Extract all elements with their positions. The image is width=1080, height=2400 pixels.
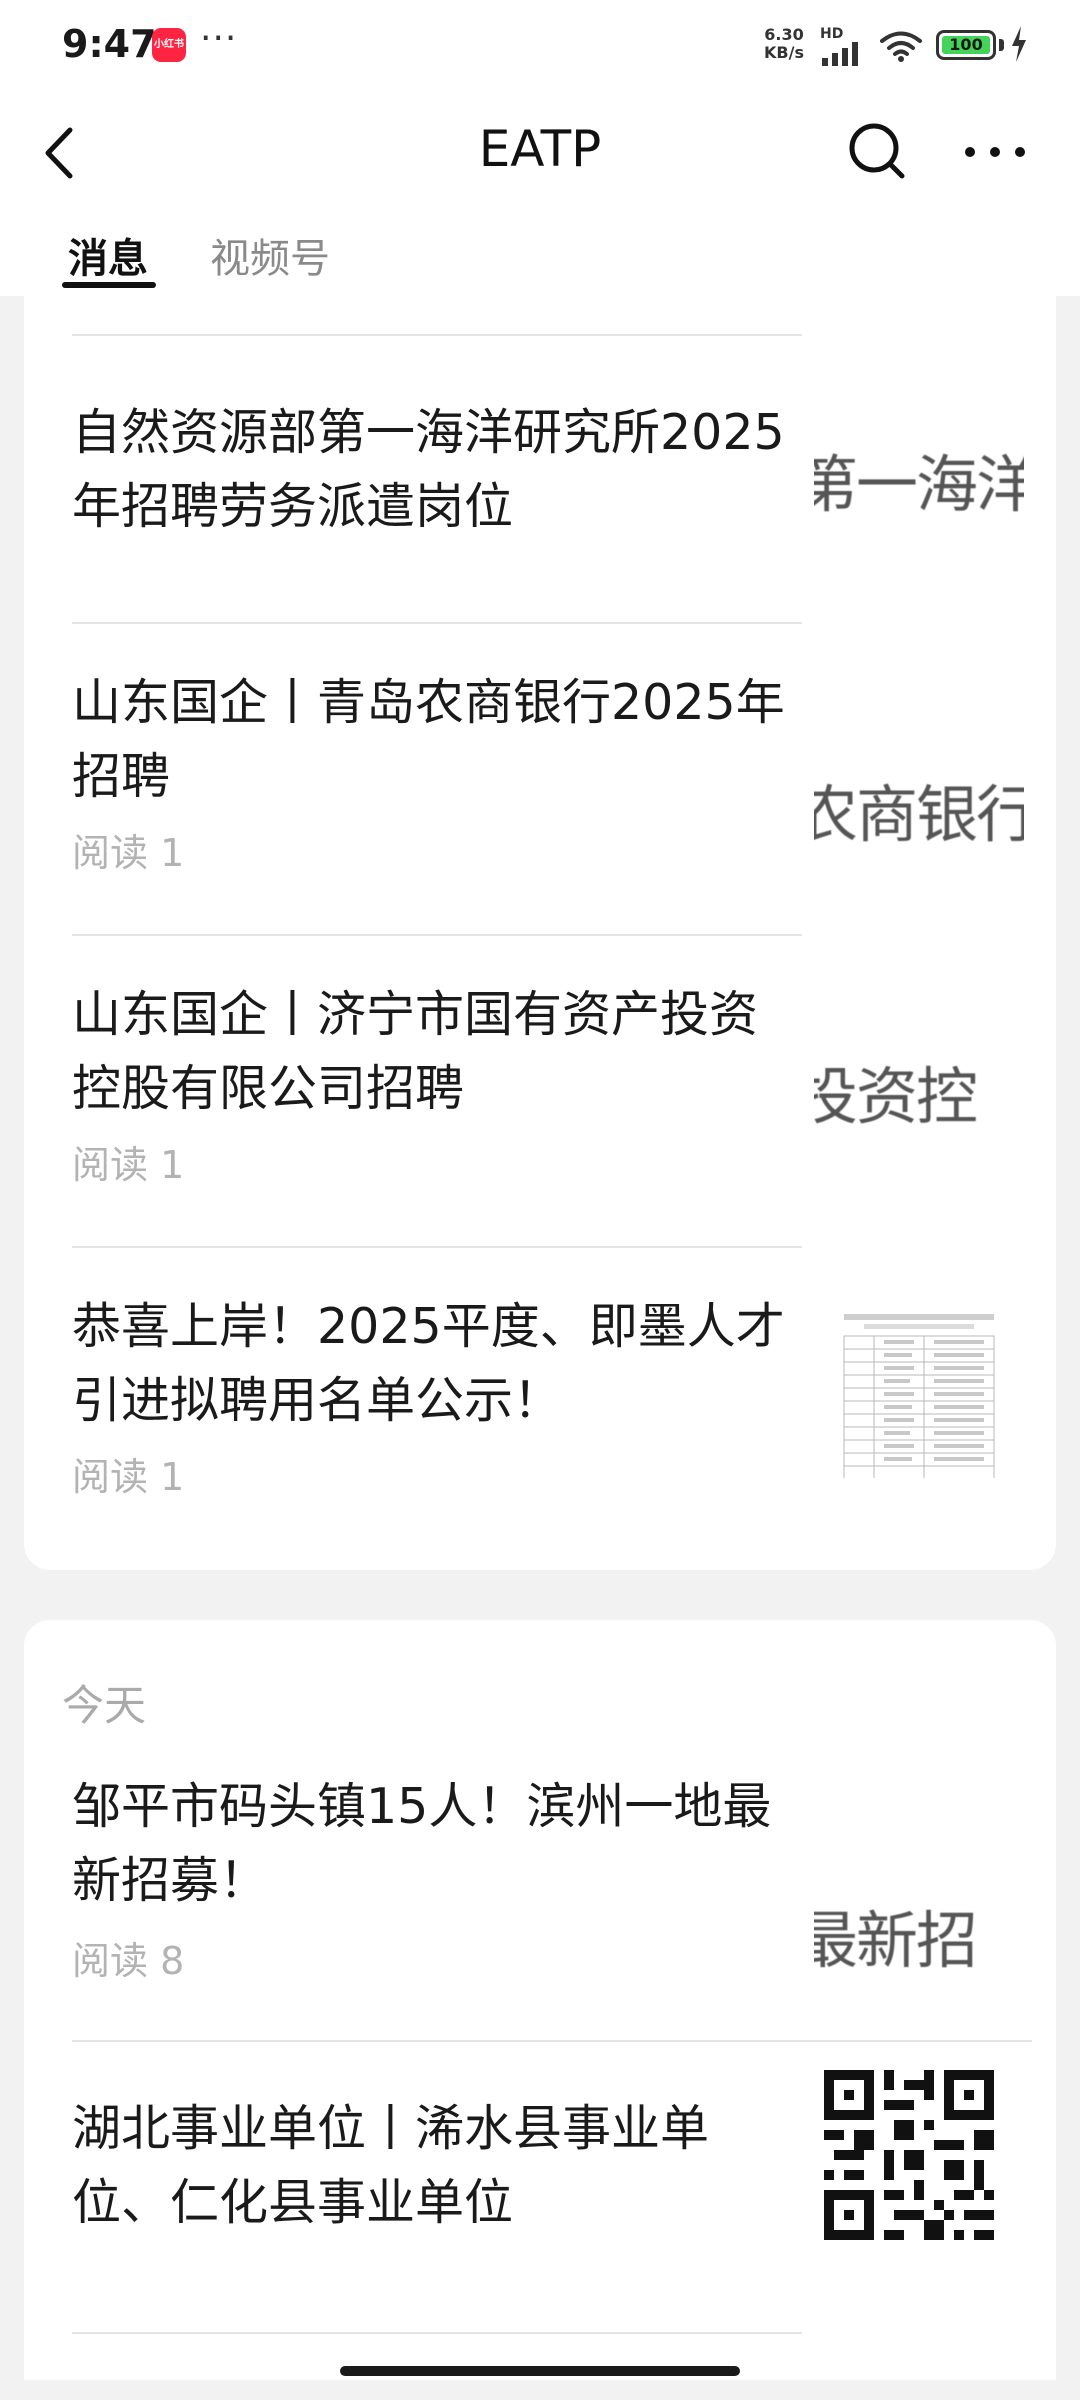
article-thumbnail: 农商银行 [814,724,1024,894]
page-title: EATP [478,120,602,178]
wifi-icon [880,31,922,62]
message-card-today: 今天 邹平市码头镇15人！滨州一地最新招募！ 阅读 8 最新招 湖北事业单位丨浠… [24,1620,1056,2380]
article-thumbnail: 投资控 [814,1006,1024,1176]
battery-cap [999,39,1004,51]
home-indicator[interactable] [340,2366,740,2376]
hd-label: HD [820,26,844,42]
divider [72,2332,802,2334]
battery-level: 100 [949,35,983,54]
tab-messages[interactable]: 消息 [68,226,148,284]
thumbnail-text: 最新招 [814,1904,978,1977]
more-icon[interactable] [962,140,1028,164]
article-item[interactable]: 山东国企丨济宁市国有资产投资控股有限公司招聘 阅读 1 投资控 [24,936,1056,1246]
article-title: 山东国企丨济宁市国有资产投资控股有限公司招聘 [72,986,759,1117]
status-time: 9:47 [62,22,157,66]
article-item[interactable]: 邹平市码头镇15人！滨州一地最新招募！ 阅读 8 最新招 [24,1770,1056,2060]
document-table-thumbnail [843,1314,995,1478]
battery-icon: 100 [936,30,996,60]
article-item[interactable]: 恭喜上岸！2025平度、即墨人才引进拟聘用名单公示！ 阅读 1 [24,1248,1056,1558]
network-speed-unit: KB/s [764,43,804,62]
network-speed-value: 6.30 [764,25,804,44]
article-item[interactable]: 自然资源部第一海洋研究所2025年招聘劳务派遣岗位 第一海洋研 [24,336,1056,622]
signal-icon [822,42,858,66]
thumbnail-text: 农商银行 [814,778,1024,851]
read-count: 阅读 1 [72,1143,185,1187]
notification-dots-icon: ··· [200,18,238,59]
article-thumbnail [824,2070,1004,2240]
article-thumbnail [824,1308,1014,1478]
article-title: 山东国企丨青岛农商银行2025年招聘 [72,674,785,805]
tab-bar: 消息 视频号 [0,220,1080,296]
tab-channels[interactable]: 视频号 [210,226,330,284]
network-speed: 6.30 KB/s [764,26,804,62]
read-count: 阅读 8 [72,1939,185,1983]
read-count: 阅读 1 [72,831,185,875]
article-thumbnail: 第一海洋研 [814,394,1024,564]
status-bar: 9:47 小红书 ··· 6.30 KB/s HD 100 [0,0,1080,90]
article-title: 湖北事业单位丨浠水县事业单位、仁化县事业单位 [72,2100,710,2231]
xiaohongshu-app-icon: 小红书 [152,28,186,62]
charging-icon [1012,26,1026,62]
thumbnail-text: 投资控 [814,1060,978,1133]
active-tab-indicator [62,282,156,288]
message-card-earlier: 自然资源部第一海洋研究所2025年招聘劳务派遣岗位 第一海洋研 山东国企丨青岛农… [24,290,1056,1570]
top-nav-bar: EATP [0,90,1080,220]
article-thumbnail: 最新招 [814,1850,1024,2020]
article-title: 自然资源部第一海洋研究所2025年招聘劳务派遣岗位 [72,404,785,535]
article-title: 恭喜上岸！2025平度、即墨人才引进拟聘用名单公示！ [72,1298,785,1429]
thumbnail-text: 第一海洋研 [814,448,1024,521]
article-title: 邹平市码头镇15人！滨州一地最新招募！ [72,1778,772,1909]
search-icon[interactable] [846,120,908,182]
article-item[interactable]: 山东国企丨青岛农商银行2025年招聘 阅读 1 农商银行 [24,624,1056,934]
article-item[interactable]: 湖北事业单位丨浠水县事业单位、仁化县事业单位 [24,2042,1056,2332]
read-count: 阅读 1 [72,1455,185,1499]
date-section-label: 今天 [62,1681,147,1730]
qr-code-icon [824,2070,994,2240]
